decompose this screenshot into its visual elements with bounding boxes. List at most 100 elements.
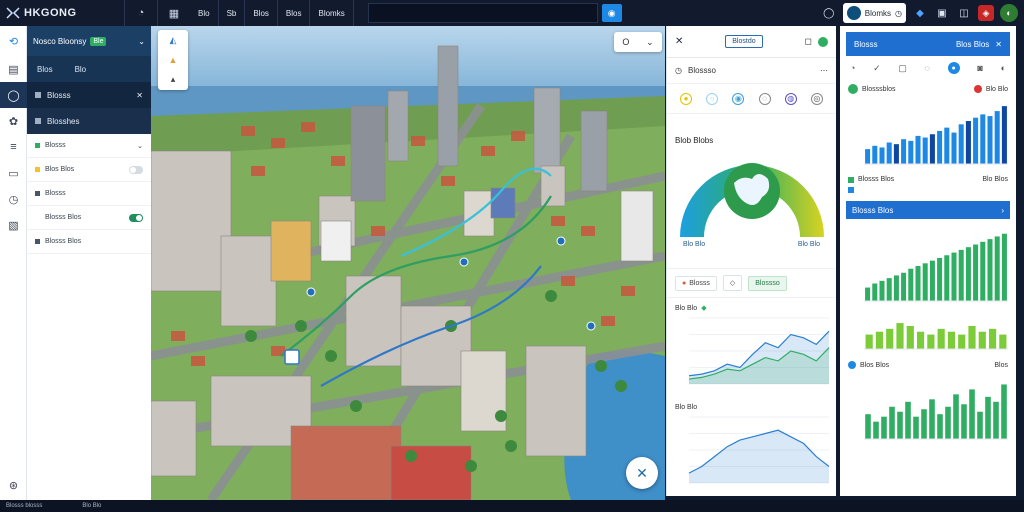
chevron-down-icon[interactable]: ⌄ [137,142,143,150]
line-chart-2[interactable] [667,411,835,495]
right-panel-title: Blosss [854,39,878,49]
map-layers-icon[interactable]: ◭ [170,35,177,46]
bar-chart-d[interactable] [840,373,1016,445]
location-icon[interactable]: ◍ [784,92,797,105]
screen-icon[interactable]: ▣ [934,5,950,21]
list-item[interactable]: Blosss Blos [27,230,151,254]
list-item[interactable]: Blosss Blos [27,206,151,230]
chevron-down-icon: ⌄ [646,36,654,47]
alert-icon[interactable]: ◈ [978,5,994,21]
section-header[interactable]: Blosss Blos › [846,201,1010,219]
close-icon[interactable]: ✕ [136,91,143,100]
user-menu[interactable]: Blomks ◷ [842,3,906,23]
legend-swatch-green [848,176,854,183]
search-input[interactable] [367,3,598,23]
menu-item-3[interactable]: Blos [245,0,278,26]
menu-item-1[interactable]: Blo [190,0,219,26]
rail-document-icon[interactable]: ▧ [0,212,27,238]
bar-chart-a[interactable] [840,98,1016,170]
brand[interactable]: HKGONG [0,6,120,20]
chart1-title: Blo Blo ◆ [667,298,836,313]
menu-item-2[interactable]: Sb [219,0,246,26]
rail-chat-icon[interactable]: ◯ [0,82,27,108]
refresh-icon[interactable]: ◔ [129,3,153,23]
bar [875,331,884,349]
rail-help-icon[interactable]: ⊛ [0,472,27,498]
check-icon[interactable]: ✓ [873,63,881,74]
water-icon[interactable]: ● [947,62,960,74]
rail-home-icon[interactable]: ⟲ [0,26,27,56]
rail-settings-icon[interactable]: ✿ [0,108,27,134]
city-map[interactable] [151,26,665,500]
more-icon[interactable]: ⋯ [820,66,828,75]
status-badge: Ble [90,36,107,46]
sun-icon[interactable]: ● [680,92,693,105]
map-north-icon[interactable]: ▴ [171,74,176,85]
section-b[interactable]: Blosshes [27,108,151,134]
map-view-select[interactable]: O ⌄ [614,32,662,52]
toggle-switch[interactable] [129,165,143,174]
map-tools-button[interactable]: ✕ [626,457,658,489]
bar-chart-b[interactable] [840,223,1016,307]
tab-2[interactable]: Blo [75,65,87,74]
profile-avatar[interactable]: ◐ [1000,4,1018,22]
list-item[interactable]: Blos Blos [27,158,151,182]
tab-overview[interactable]: Blossso [748,275,787,291]
detail-row[interactable]: ◷ Blossso ⋯ [667,58,836,84]
chevron-right-icon[interactable]: › [1001,206,1004,215]
tab-metrics[interactable]: ● Blosss [675,275,717,291]
chevron-down-icon[interactable]: ⌄ [138,37,145,46]
close-icon[interactable]: ✕ [675,36,683,47]
close-icon[interactable]: ✕ [995,40,1002,49]
bar [980,241,986,301]
legend-row-2 [840,187,1016,197]
rail-book-icon[interactable]: ▭ [0,160,27,186]
bar [1001,384,1007,439]
camera-icon[interactable]: ◙ [977,63,982,73]
rail-list-icon[interactable]: ≡ [0,134,27,160]
bar [893,144,899,164]
globe-icon[interactable]: ◐ [1001,63,1006,73]
map-pin-icon[interactable]: ▲ [169,55,178,65]
rail-clock-icon[interactable]: ◷ [0,186,27,212]
section-a[interactable]: Blosss ✕ [27,82,151,108]
bar [994,236,1000,301]
grid-icon[interactable]: ▦ [162,3,186,23]
line-chart-1[interactable] [667,312,835,396]
chat-icon[interactable]: ◯ [821,5,837,21]
right-panel-header[interactable]: Blosss Blos Blos ✕ [846,32,1010,56]
target-icon[interactable]: ◎ [810,92,823,105]
cloud-icon[interactable]: ○ [706,92,719,105]
tab-1[interactable]: Blos [37,65,53,74]
action-button[interactable]: Blostdo [725,35,763,48]
menu-item-5[interactable]: Blomks [310,0,354,26]
rail-layers-icon[interactable]: ▤ [0,56,27,82]
tab-shield[interactable]: ◇ [722,275,743,291]
toggle-switch[interactable] [129,213,143,222]
list-item-label: Blosss Blos [45,238,82,245]
cloud-icon[interactable]: ◌ [925,63,930,73]
doc-icon[interactable]: ▢ [898,63,907,74]
bar [947,331,956,349]
middle-panel-header: ✕ Blostdo ◻ [667,26,836,58]
bar [906,325,914,349]
map-canvas[interactable] [151,26,665,500]
bar [921,409,927,439]
red-status-icon [973,85,982,93]
bar [865,149,871,164]
bar [969,389,975,439]
window-icon[interactable]: ◫ [956,5,972,21]
wifi-icon[interactable]: ◆ [912,5,928,21]
search-button[interactable]: ◉ [601,4,622,22]
gauge-icon[interactable]: ◔ [850,63,855,73]
gauge-labels: Blo Blo Blo Blo [667,241,836,248]
list-item[interactable]: Blosss ⌄ [27,134,151,158]
comment-icon[interactable]: ◻ [805,36,812,47]
speech-icon[interactable]: ◌ [758,92,771,105]
bar [968,325,976,349]
menu-item-4[interactable]: Blos [278,0,311,26]
list-item[interactable]: Blosss [27,182,151,206]
bar-chart-c[interactable] [840,309,1016,355]
water-icon[interactable]: ◉ [732,92,745,105]
left-panel-header[interactable]: Nosco Bloonsy Ble ⌄ [27,26,151,56]
